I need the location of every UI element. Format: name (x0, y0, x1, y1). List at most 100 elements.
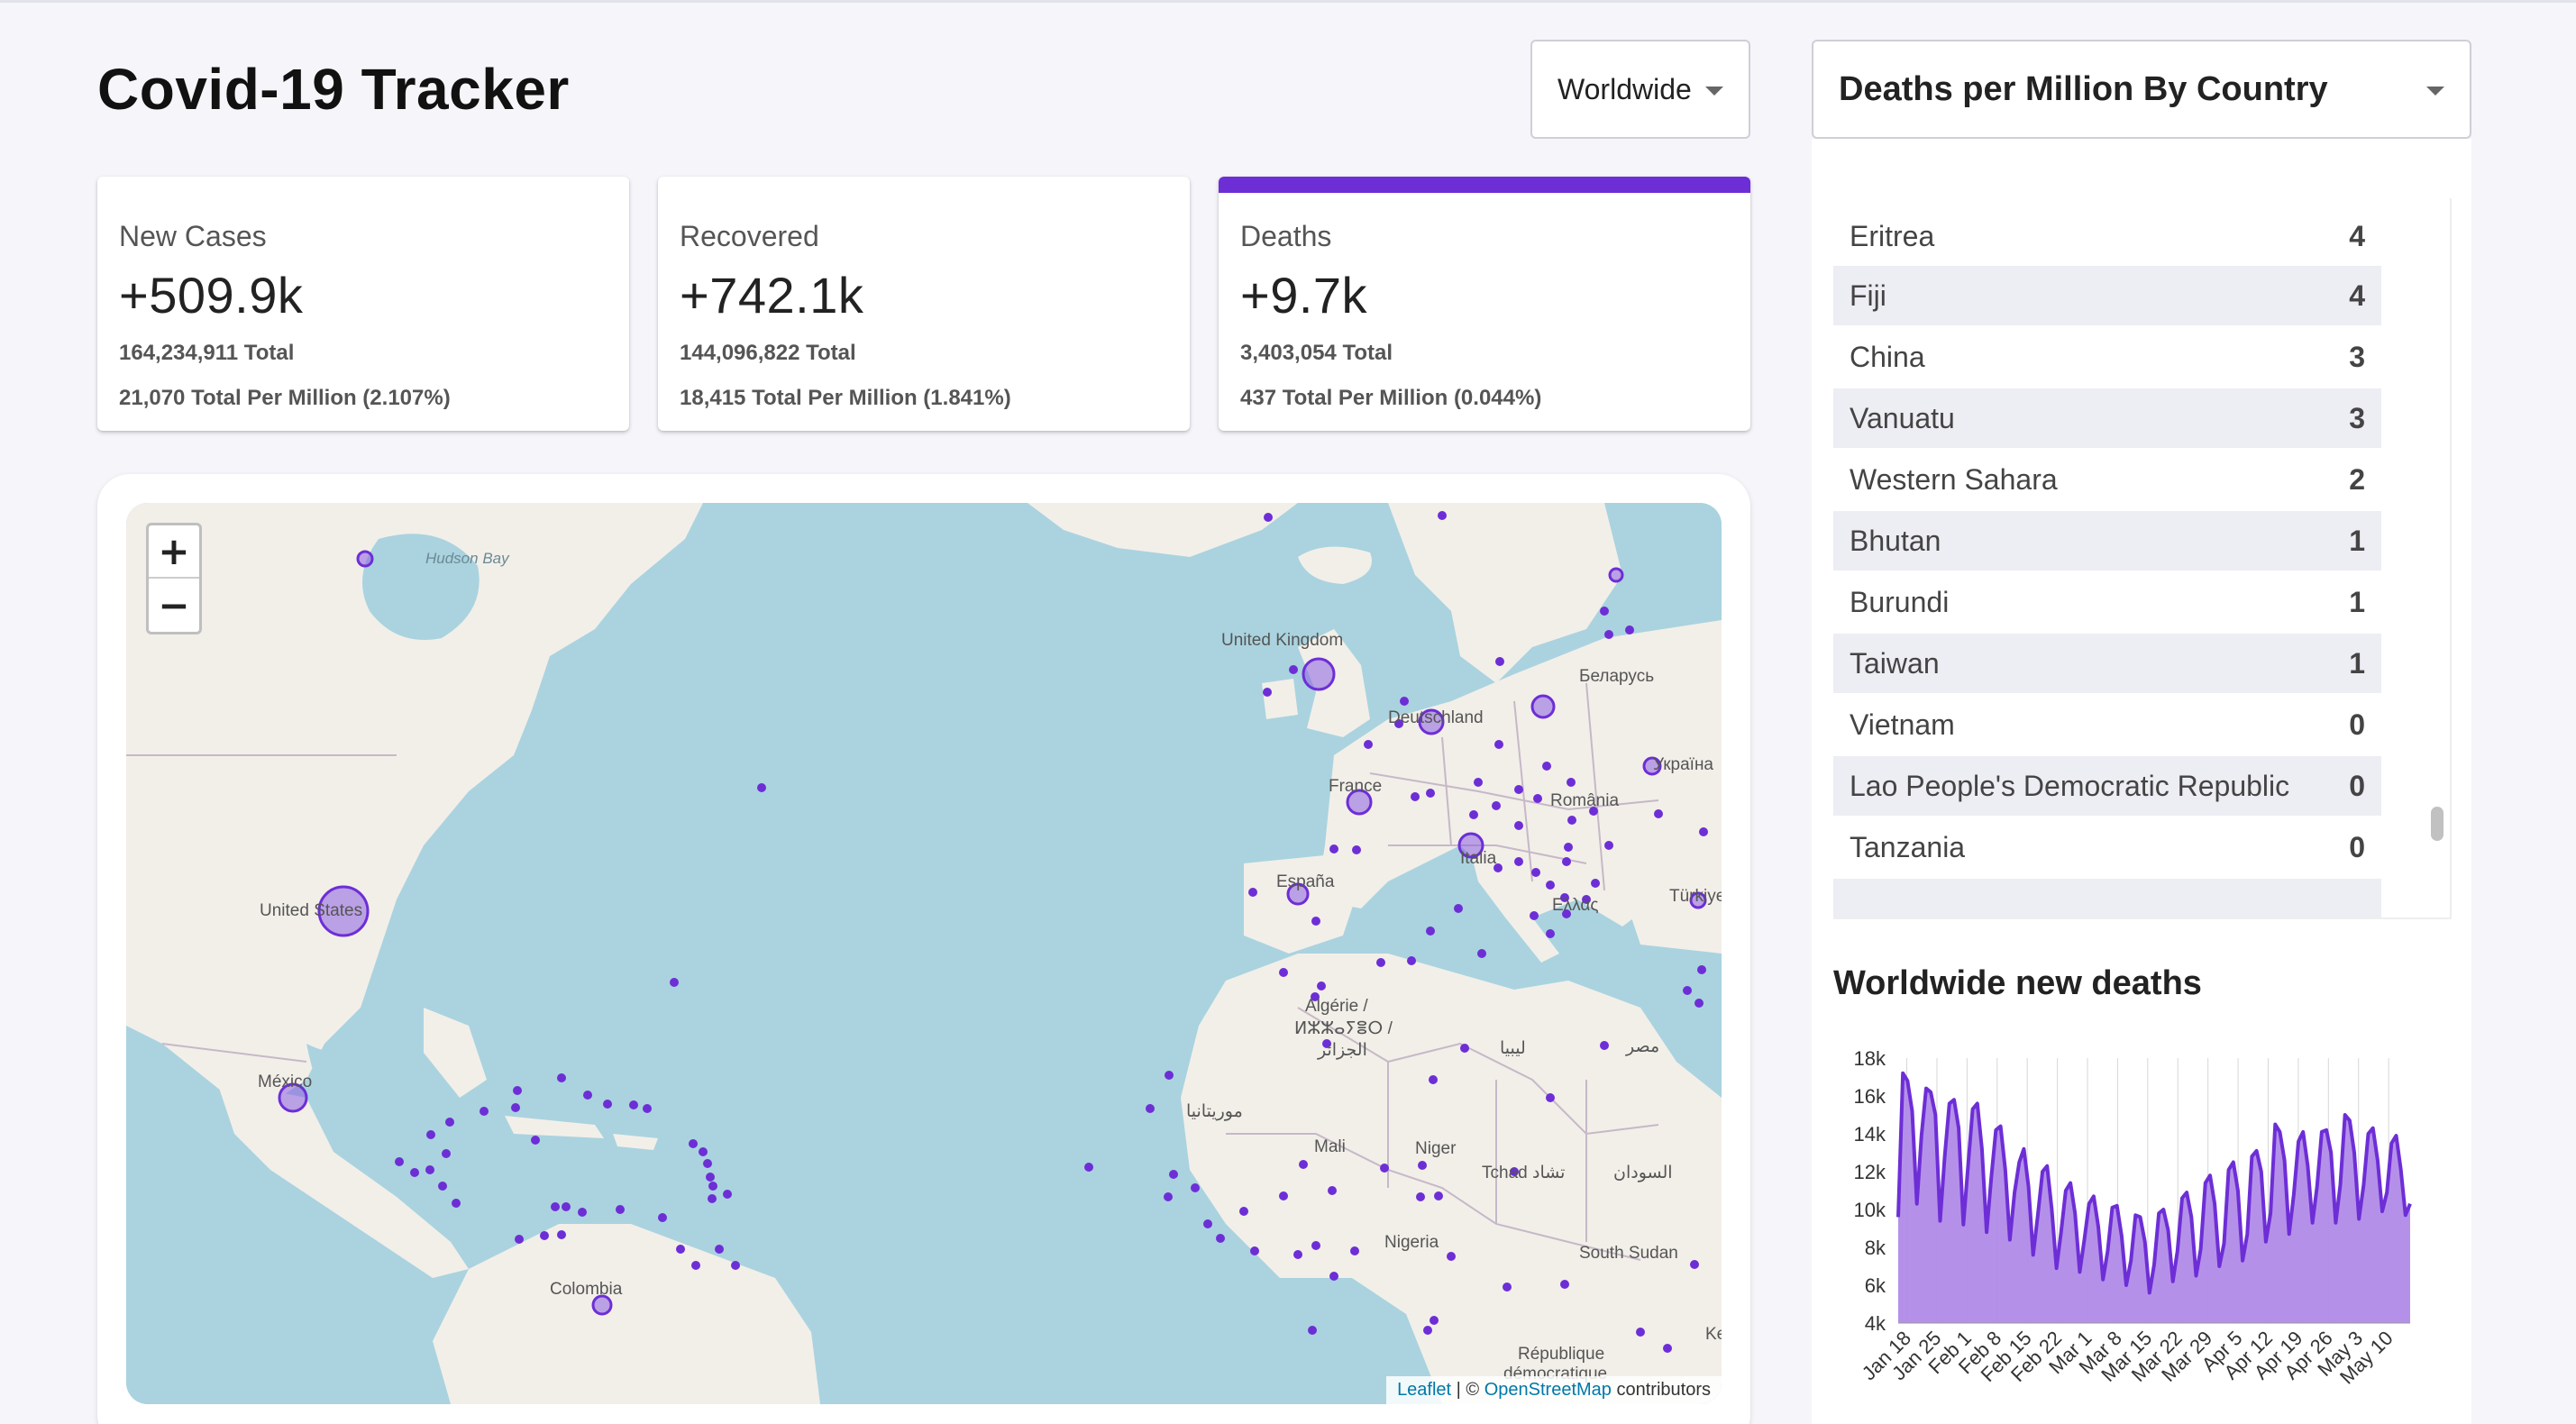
recovered-card[interactable]: Recovered +742.1k 144,096,822 Total 18,4… (658, 177, 1190, 431)
attribution-suffix: contributors (1611, 1380, 1711, 1400)
map-label-sudan: السودان (1613, 1164, 1673, 1182)
map-label-united-states: United States (260, 901, 363, 920)
map-label-turkiye: Türkiye (1669, 887, 1722, 906)
card-value: +509.9k (119, 267, 304, 324)
map-label-hudson-bay: Hudson Bay (425, 550, 509, 567)
y-tick-label: 6k (1865, 1274, 1886, 1297)
osm-link[interactable]: OpenStreetMap (1484, 1380, 1612, 1400)
map-label-colombia: Colombia (550, 1280, 623, 1299)
zoom-control: + − (146, 523, 202, 634)
table-row[interactable]: China 3 (1833, 327, 2381, 387)
y-tick-label: 18k (1854, 1047, 1886, 1070)
y-tick-label: 4k (1865, 1312, 1886, 1335)
worldwide-deaths-chart: 18k16k14k12k10k8k6k4kJan 18Jan 25Feb 1Fe… (1854, 1047, 2412, 1389)
map-label-nigeria: Nigeria (1384, 1233, 1439, 1252)
country-name: Bhutan (1850, 524, 1941, 557)
deaths-card[interactable]: Deaths +9.7k 3,403,054 Total 437 Total P… (1219, 177, 1750, 431)
page-title: Covid-19 Tracker (97, 57, 570, 122)
card-label: Deaths (1240, 220, 1332, 252)
card-value: +742.1k (680, 267, 864, 324)
zoom-out-button[interactable]: − (149, 579, 199, 632)
y-tick-label: 16k (1854, 1085, 1886, 1108)
country-name: Burundi (1850, 585, 1950, 618)
country-name: China (1850, 340, 1925, 373)
country-value: 1 (2349, 585, 2365, 618)
table-row[interactable]: Vietnam 0 (1833, 695, 2381, 754)
card-per-million: 21,070 Total Per Million (2.107%) (119, 386, 451, 410)
table-row[interactable]: Vanuatu 3 (1833, 388, 2381, 448)
country-value: 0 (2349, 707, 2365, 741)
card-total: 144,096,822 Total (680, 341, 856, 365)
map-label-deutschland: Deutschland (1388, 708, 1484, 727)
map-label-belarus: Беларусь (1579, 667, 1655, 686)
map-label-algerie: Algérie / (1305, 997, 1368, 1016)
country-name: Eritrea (1850, 219, 1935, 252)
map-label-egypt: مصر (1626, 1037, 1660, 1056)
map-label-libya: ليبيا (1500, 1039, 1526, 1058)
chevron-down-icon (1705, 87, 1723, 96)
card-total: 164,234,911 Total (119, 341, 295, 365)
map-label-ukraine: Україна (1653, 755, 1714, 774)
country-table: Eritrea 4 Fiji 4 China 3 Vanuatu 3 Weste… (1833, 198, 2452, 919)
card-total: 3,403,054 Total (1240, 341, 1393, 365)
table-scrollbar[interactable] (2426, 200, 2441, 894)
map-label-kenya: Ke (1705, 1325, 1722, 1344)
country-name: Taiwan (1850, 646, 1940, 680)
card-per-million: 18,415 Total Per Million (1.841%) (680, 386, 1011, 410)
map-label-algerie-arabic: الجزائر (1318, 1041, 1367, 1060)
country-value: 3 (2349, 340, 2365, 373)
map-label-south-sudan: South Sudan (1579, 1244, 1678, 1263)
country-name: Vanuatu (1850, 401, 1955, 434)
card-value: +9.7k (1240, 267, 1368, 324)
country-value: 1 (2349, 524, 2365, 557)
map-label-algerie-tifinagh: ⵍⵣⵣⴰⵢⴻⵔ / (1294, 1019, 1393, 1038)
table-row-partial (1833, 879, 2381, 917)
map-label-mexico: México (258, 1073, 313, 1091)
table-row[interactable]: Lao People's Democratic Republic 0 (1833, 756, 2381, 816)
country-value: 0 (2349, 830, 2365, 863)
chevron-down-icon (2426, 87, 2444, 96)
stat-dropdown-value: Deaths per Million By Country (1839, 69, 2328, 108)
chart-title: Worldwide new deaths (1833, 964, 2202, 1002)
map-label-romania: România (1550, 791, 1620, 810)
table-row[interactable]: Tanzania 0 (1833, 817, 2381, 877)
country-name: Western Sahara (1850, 462, 2058, 496)
region-dropdown-value: Worldwide (1557, 72, 1692, 105)
table-row[interactable]: Bhutan 1 (1833, 511, 2381, 571)
map-label-ellas: Ελλάς (1552, 896, 1599, 915)
table-row[interactable]: Taiwan 1 (1833, 634, 2381, 693)
country-value: 3 (2349, 401, 2365, 434)
table-row[interactable]: Western Sahara 2 (1833, 450, 2381, 509)
country-value: 4 (2349, 278, 2365, 312)
map-label-espana: España (1276, 872, 1335, 891)
country-name: Lao People's Democratic Republic (1850, 769, 2290, 802)
country-value: 0 (2349, 769, 2365, 802)
country-name: Vietnam (1850, 707, 1955, 741)
country-value: 1 (2349, 646, 2365, 680)
table-row[interactable]: Eritrea 4 (1833, 206, 2381, 266)
country-name: Tanzania (1850, 830, 1966, 863)
stat-dropdown[interactable]: Deaths per Million By Country (1812, 40, 2471, 139)
card-label: New Cases (119, 220, 267, 252)
top-border (0, 0, 2576, 3)
table-scrollbar-thumb[interactable] (2431, 807, 2444, 841)
map-label-mali: Mali (1314, 1137, 1346, 1156)
region-dropdown[interactable]: Worldwide (1530, 40, 1750, 139)
attribution-separator: | © (1451, 1380, 1484, 1400)
map-tiles (126, 503, 1722, 1404)
y-tick-label: 12k (1854, 1161, 1886, 1183)
new-cases-card[interactable]: New Cases +509.9k 164,234,911 Total 21,0… (97, 177, 629, 431)
map-label-italia: Italia (1460, 849, 1497, 868)
zoom-in-button[interactable]: + (149, 525, 199, 579)
country-name: Fiji (1850, 278, 1886, 312)
card-per-million: 437 Total Per Million (0.044%) (1240, 386, 1542, 410)
country-value: 2 (2349, 462, 2365, 496)
table-row[interactable]: Burundi 1 (1833, 572, 2381, 632)
map-label-niger: Niger (1415, 1139, 1457, 1158)
leaflet-link[interactable]: Leaflet (1397, 1380, 1451, 1400)
table-row[interactable]: Fiji 4 (1833, 266, 2381, 325)
map-label-tchad: Tchad تشاد (1482, 1164, 1566, 1182)
map-label-france: France (1329, 777, 1383, 796)
card-label: Recovered (680, 220, 819, 252)
world-map[interactable]: Hudson Bay United Kingdom Беларусь Deuts… (126, 503, 1722, 1404)
